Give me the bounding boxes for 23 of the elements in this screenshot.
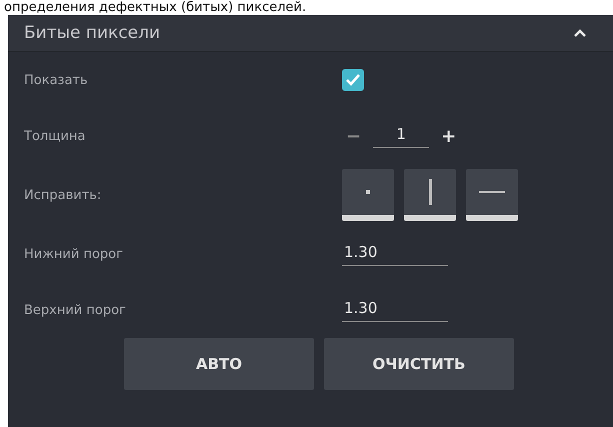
vertical-line-icon xyxy=(428,179,432,205)
checkmark-icon xyxy=(345,73,361,87)
thickness-label: Толщина xyxy=(24,128,86,144)
show-checkbox[interactable] xyxy=(342,69,364,91)
panel-title: Битые пиксели xyxy=(24,23,160,43)
decrement-button[interactable]: − xyxy=(342,126,366,146)
fix-mode-button[interactable] xyxy=(342,169,394,221)
increment-button[interactable]: + xyxy=(437,126,460,146)
threshold-label: Нижний порог xyxy=(24,246,124,262)
fix-mode-button[interactable] xyxy=(466,169,518,221)
action-button[interactable]: АВТО xyxy=(124,338,314,390)
action-button[interactable]: ОЧИСТИТЬ xyxy=(324,338,514,390)
threshold-label: Верхний порог xyxy=(24,302,127,318)
caption-text: определения дефектных (битых) пикселей. xyxy=(3,0,308,15)
fix-mode-button[interactable] xyxy=(404,169,456,221)
thickness-field[interactable]: 1 xyxy=(373,124,430,148)
chevron-icon[interactable] xyxy=(573,28,587,38)
threshold-field[interactable]: 1.30 xyxy=(342,242,448,266)
threshold-field[interactable]: 1.30 xyxy=(342,298,448,322)
horizontal-line-icon xyxy=(479,191,505,193)
show-label: Показать xyxy=(24,72,89,88)
fix-label: Исправить: xyxy=(24,188,102,202)
panel-header[interactable]: Битые пиксели xyxy=(8,15,613,52)
